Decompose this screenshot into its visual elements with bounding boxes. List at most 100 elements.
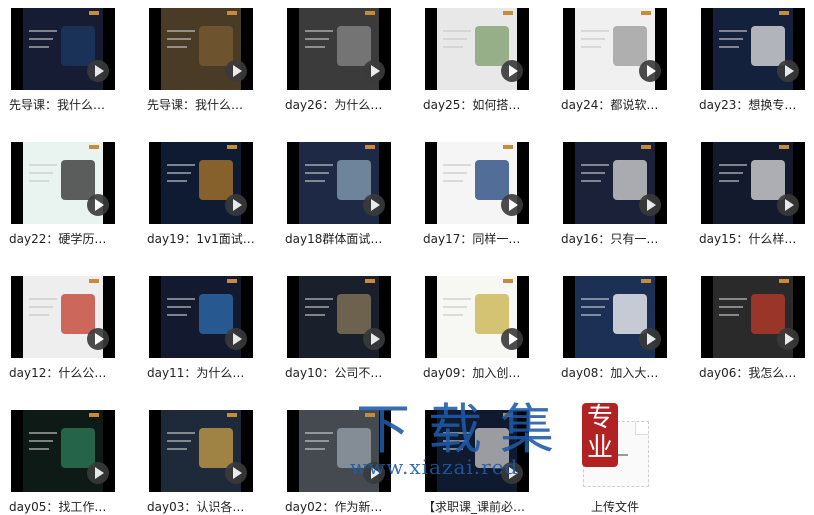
video-thumbnail[interactable]: [425, 276, 529, 358]
video-thumbnail[interactable]: [287, 142, 391, 224]
video-title[interactable]: day03：认识各…: [147, 498, 267, 515]
video-title[interactable]: day22：硬学历…: [9, 230, 129, 247]
play-icon[interactable]: [363, 462, 385, 484]
video-title[interactable]: day05：找工作…: [9, 498, 129, 515]
video-title[interactable]: day08：加入大…: [561, 364, 681, 381]
play-icon[interactable]: [225, 328, 247, 350]
play-icon[interactable]: [639, 194, 661, 216]
letterbox-bar: [425, 142, 437, 224]
thumbnail-text-line: [719, 38, 743, 40]
video-title[interactable]: day09：加入创…: [423, 364, 543, 381]
play-icon[interactable]: [225, 194, 247, 216]
video-thumbnail[interactable]: [11, 142, 115, 224]
thumbnail-text-line: [29, 306, 53, 308]
page-corner-icon: [635, 422, 648, 435]
thumbnail-text-line: [167, 38, 191, 40]
thumbnail-text-line: [443, 314, 463, 316]
play-icon[interactable]: [225, 462, 247, 484]
video-thumbnail[interactable]: [287, 276, 391, 358]
thumbnail-graphic: [199, 26, 233, 66]
letterbox-bar: [11, 142, 23, 224]
thumbnail-text-line: [443, 172, 467, 174]
video-thumbnail[interactable]: [149, 276, 253, 358]
video-thumbnail[interactable]: [425, 410, 529, 492]
video-title[interactable]: day16：只有一…: [561, 230, 681, 247]
video-title[interactable]: day19：1v1面试…: [147, 230, 267, 247]
play-icon[interactable]: [87, 60, 109, 82]
thumbnail-graphic: [613, 294, 647, 334]
video-title[interactable]: 先导课：我什么…: [9, 96, 129, 113]
thumbnail-text-line: [29, 432, 57, 434]
play-icon[interactable]: [501, 462, 523, 484]
video-title[interactable]: 【求职课_课前必…: [423, 498, 543, 515]
video-thumbnail[interactable]: [425, 142, 529, 224]
thumbnail-text-line: [167, 164, 195, 166]
play-icon[interactable]: [639, 60, 661, 82]
play-icon[interactable]: [501, 328, 523, 350]
video-thumbnail[interactable]: [701, 8, 805, 90]
thumbnail-text-line: [719, 46, 739, 48]
video-thumbnail[interactable]: [149, 8, 253, 90]
video-thumbnail[interactable]: [11, 8, 115, 90]
thumbnail-text-line: [305, 432, 333, 434]
video-thumbnail[interactable]: [425, 8, 529, 90]
play-icon[interactable]: [87, 328, 109, 350]
video-thumbnail[interactable]: [11, 410, 115, 492]
thumbnail-text-line: [167, 306, 191, 308]
play-icon[interactable]: [363, 328, 385, 350]
video-title[interactable]: day10：公司不…: [285, 364, 405, 381]
video-thumbnail[interactable]: [701, 276, 805, 358]
video-title[interactable]: day12：什么公…: [9, 364, 129, 381]
video-title[interactable]: day15：什么样…: [699, 230, 814, 247]
thumbnail-graphic: [337, 160, 371, 200]
thumbnail-graphic: [199, 294, 233, 334]
video-title[interactable]: day11：为什么…: [147, 364, 267, 381]
play-icon[interactable]: [87, 194, 109, 216]
video-title[interactable]: day17：同样一…: [423, 230, 543, 247]
letterbox-bar: [563, 8, 575, 90]
play-icon[interactable]: [87, 462, 109, 484]
play-icon[interactable]: [501, 194, 523, 216]
video-title[interactable]: day23：想换专…: [699, 96, 814, 113]
thumbnail-text-line: [581, 314, 601, 316]
play-icon[interactable]: [363, 194, 385, 216]
thumbnail-text-line: [443, 30, 471, 32]
thumbnail-text-line: [581, 46, 601, 48]
thumbnail-graphic: [199, 428, 233, 468]
video-thumbnail[interactable]: [11, 276, 115, 358]
letterbox-bar: [425, 410, 437, 492]
play-icon[interactable]: [639, 328, 661, 350]
video-thumbnail[interactable]: [287, 8, 391, 90]
thumbnail-text-line: [167, 432, 195, 434]
thumbnail-text-line: [29, 180, 49, 182]
play-icon[interactable]: [501, 60, 523, 82]
thumbnail-text-line: [305, 180, 325, 182]
video-thumbnail[interactable]: [563, 142, 667, 224]
video-title[interactable]: day25：如何搭…: [423, 96, 543, 113]
video-thumbnail[interactable]: [563, 276, 667, 358]
play-icon[interactable]: [777, 60, 799, 82]
video-title[interactable]: day02：作为新…: [285, 498, 405, 515]
video-title[interactable]: day26：为什么…: [285, 96, 405, 113]
video-thumbnail[interactable]: [149, 410, 253, 492]
thumbnail-text-line: [581, 38, 605, 40]
upload-file-tile[interactable]: [583, 421, 649, 487]
play-icon[interactable]: [777, 328, 799, 350]
video-title[interactable]: day18群体面试…: [285, 230, 405, 247]
play-icon[interactable]: [777, 194, 799, 216]
thumbnail-text-line: [719, 172, 743, 174]
video-thumbnail[interactable]: [563, 8, 667, 90]
video-title[interactable]: day24：都说软…: [561, 96, 681, 113]
slide-tag: [365, 279, 375, 283]
video-title[interactable]: day06：我怎么…: [699, 364, 814, 381]
thumbnail-text-line: [29, 164, 57, 166]
slide-tag: [227, 145, 237, 149]
play-icon[interactable]: [363, 60, 385, 82]
thumbnail-text-line: [581, 306, 605, 308]
video-thumbnail[interactable]: [149, 142, 253, 224]
video-thumbnail[interactable]: [701, 142, 805, 224]
video-title[interactable]: 先导课：我什么…: [147, 96, 267, 113]
video-thumbnail[interactable]: [287, 410, 391, 492]
play-icon[interactable]: [225, 60, 247, 82]
thumbnail-text-line: [167, 180, 187, 182]
